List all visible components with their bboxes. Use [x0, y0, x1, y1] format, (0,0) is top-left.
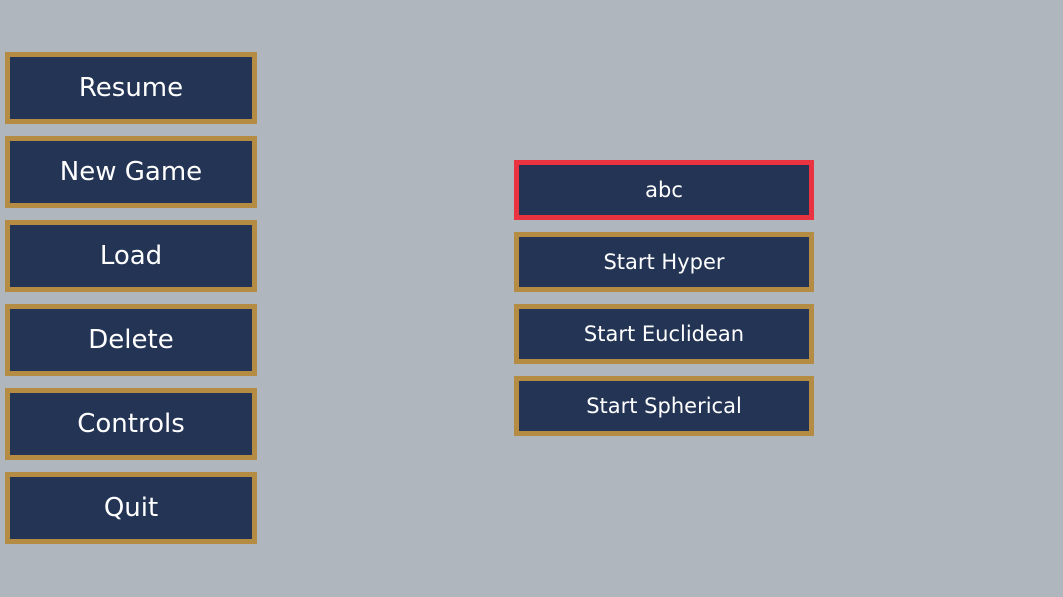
delete-button[interactable]: Delete	[5, 304, 257, 376]
load-button[interactable]: Load	[5, 220, 257, 292]
start-spherical-button[interactable]: Start Spherical	[514, 376, 814, 436]
new-game-button[interactable]: New Game	[5, 136, 257, 208]
start-euclidean-button[interactable]: Start Euclidean	[514, 304, 814, 364]
save-name-field[interactable]: abc	[514, 160, 814, 220]
game-menu-screen: Resume New Game Load Delete Controls Qui…	[0, 0, 1063, 597]
quit-button[interactable]: Quit	[5, 472, 257, 544]
start-hyper-button[interactable]: Start Hyper	[514, 232, 814, 292]
controls-button[interactable]: Controls	[5, 388, 257, 460]
resume-button[interactable]: Resume	[5, 52, 257, 124]
